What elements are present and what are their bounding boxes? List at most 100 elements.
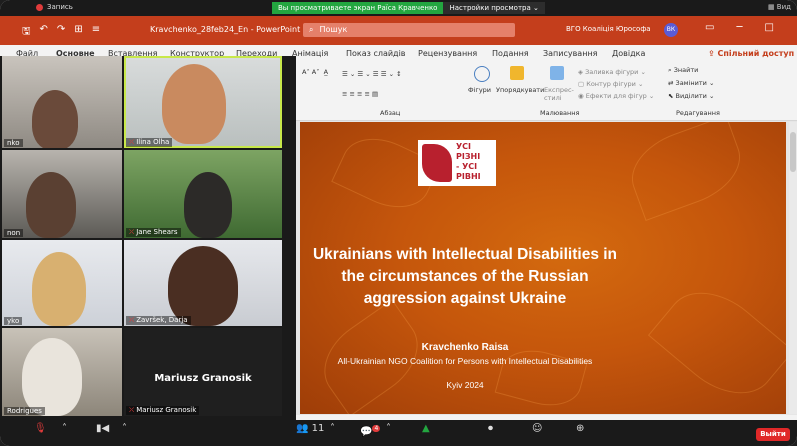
arrange-icon: [510, 66, 524, 80]
zoom-top-bar: Запись Вы просматриваете экран Раїса Кра…: [0, 0, 797, 16]
shape-outline-button[interactable]: ▢ Контур фігури ⌄: [578, 80, 643, 88]
find-icon: ⌕: [668, 66, 672, 74]
shapes-icon: [474, 66, 490, 82]
customize-icon[interactable]: ≡: [92, 24, 100, 41]
participant-name: ⛌ Jane Shears: [126, 228, 181, 237]
powerpoint-title-bar: 🖫 ↶ ↷ ⊞ ≡ Kravchenko_28feb24_En - PowerP…: [0, 16, 797, 45]
group-editing: Редагування: [676, 109, 720, 117]
slideshow-icon[interactable]: ⊞: [74, 24, 82, 41]
save-icon[interactable]: 🖫: [22, 24, 31, 41]
meeting-toolbar: 🎙 ˄ ▮◀ ˄ 👥 11 ˄ 💬 4 ˄ ▲ ⏺ ☺ ⊕: [0, 420, 797, 446]
apps-button[interactable]: ⊕: [576, 423, 584, 435]
participant-name: non: [4, 229, 24, 237]
quick-styles-button[interactable]: [550, 66, 564, 82]
share-notice: Вы просматриваете экран Раїса Кравченко: [272, 2, 444, 14]
video-tile[interactable]: nko: [2, 56, 122, 148]
participant-figure: [162, 64, 226, 144]
chat-icon: 💬 4: [360, 425, 381, 438]
participant-figure: [32, 90, 78, 148]
view-options-button[interactable]: Настройки просмотра ⌄: [443, 2, 545, 14]
align-controls[interactable]: ≡ ≡ ≡ ≡ ▤: [342, 90, 378, 98]
quick-styles-icon: [550, 66, 564, 80]
search-input[interactable]: ⌕ Пошук: [303, 23, 515, 37]
chevron-up-icon: ˄: [62, 423, 67, 434]
participant-name: ⛌ Završek, Darja: [126, 316, 191, 325]
search-icon: ⌕: [309, 25, 314, 34]
ribbon-display-icon[interactable]: ▭: [705, 22, 714, 33]
cursor-icon: ⬉: [668, 92, 674, 100]
scrollbar-thumb[interactable]: [790, 132, 796, 172]
share-screen-icon: ▲: [422, 423, 430, 434]
group-paragraph: Абзац: [380, 109, 401, 117]
muted-mic-icon: ⛌: [129, 406, 135, 414]
share-button[interactable]: ⇪ Спільний доступ: [708, 49, 794, 58]
tab-slideshow[interactable]: Показ слайдів: [346, 49, 406, 58]
undo-icon[interactable]: ↶: [40, 24, 48, 41]
video-tile[interactable]: Mariusz Granosik ⛌ Mariusz Granosik: [124, 328, 282, 416]
share-screen-button[interactable]: ▲: [422, 423, 430, 435]
video-tile[interactable]: ⛌ Jane Shears: [124, 150, 282, 238]
mic-off-icon: 🎙: [34, 423, 47, 434]
view-button[interactable]: ▦ Вид: [768, 3, 791, 11]
camera-icon: ▮◀: [96, 423, 110, 434]
replace-icon: ⇄: [668, 79, 674, 87]
apps-icon: ⊕: [576, 423, 585, 434]
find-button[interactable]: ⌕ Знайти: [668, 66, 698, 75]
record-icon: [36, 3, 43, 11]
list-controls[interactable]: ☰ ⌄ ☰ ⌄ ☰ ☰ ⌄ ↕: [342, 70, 402, 78]
chat-options-button[interactable]: ˄: [386, 423, 391, 435]
record-button[interactable]: ⏺: [488, 423, 493, 435]
replace-button[interactable]: ⇄ Замінити ⌄: [668, 79, 714, 87]
vertical-scrollbar[interactable]: [789, 122, 797, 414]
font-size-controls[interactable]: A˄ A˅ A̲: [302, 68, 328, 76]
tab-recording[interactable]: Записування: [543, 49, 597, 58]
reactions-button[interactable]: ☺: [532, 423, 542, 435]
quick-styles-label: Експрес-стилі: [544, 86, 574, 102]
participants-options-button[interactable]: ˄: [330, 423, 335, 435]
tab-help[interactable]: Довідка: [612, 49, 645, 58]
minimize-icon[interactable]: ─: [736, 22, 742, 33]
arrange-button[interactable]: [510, 66, 524, 82]
video-button[interactable]: ▮◀: [96, 423, 109, 435]
video-tile[interactable]: yko: [2, 240, 122, 326]
participant-name: ⛌ Mariusz Granosik: [126, 406, 200, 415]
shape-effects-button[interactable]: ◉ Ефекти для фігур ⌄: [578, 92, 654, 100]
ribbon: A˄ A˅ A̲ ☰ ⌄ ☰ ⌄ ☰ ☰ ⌄ ↕ ≡ ≡ ≡ ≡ ▤ Абзац…: [296, 62, 797, 121]
tab-view[interactable]: Подання: [492, 49, 529, 58]
maximize-icon[interactable]: □: [764, 22, 773, 33]
audio-options-button[interactable]: ˄: [62, 423, 67, 435]
logo-mark: [422, 144, 452, 182]
participant-figure: [26, 172, 76, 238]
muted-mic-icon: ⛌: [129, 316, 135, 324]
shape-fill-button[interactable]: ◈ Заливка фігури ⌄: [578, 68, 646, 76]
participant-name: Rodrigues: [4, 407, 45, 415]
shapes-button[interactable]: [474, 66, 490, 84]
avatar[interactable]: ВК: [664, 23, 678, 37]
chat-button[interactable]: 💬 4: [360, 423, 381, 438]
mute-button[interactable]: 🎙: [34, 423, 47, 435]
slide-organization: All-Ukrainian NGO Coalition for Persons …: [337, 356, 593, 366]
video-tile[interactable]: Rodrigues: [2, 328, 122, 416]
muted-mic-icon: ⛌: [129, 228, 135, 236]
video-tile[interactable]: ⛌ Završek, Darja: [124, 240, 282, 326]
leave-button[interactable]: Выйти: [756, 428, 790, 441]
select-button[interactable]: ⬉ Виділити ⌄: [668, 92, 714, 100]
participant-figure: [22, 338, 82, 416]
video-options-button[interactable]: ˄: [122, 423, 127, 435]
reaction-icon: ☺: [532, 423, 543, 434]
participant-figure: [184, 172, 232, 238]
video-tile[interactable]: non: [2, 150, 122, 238]
chevron-up-icon: ˄: [386, 423, 391, 434]
muted-mic-icon: ⛌: [129, 138, 135, 146]
redo-icon[interactable]: ↷: [57, 24, 65, 41]
share-banner: Вы просматриваете экран Раїса Кравченко …: [272, 2, 545, 14]
tab-review[interactable]: Рецензування: [418, 49, 477, 58]
recording-indicator[interactable]: Запись: [36, 3, 73, 11]
participant-figure: [168, 246, 238, 326]
participants-button[interactable]: 👥 11: [296, 423, 324, 435]
video-tile[interactable]: ⛌ Ilina Olha: [124, 56, 282, 148]
participant-name: yko: [4, 317, 23, 325]
video-gallery: nko ⛌ Ilina Olha non ⛌ Jane Shears yko ⛌ Za…: [0, 56, 296, 420]
group-drawing: Малювання: [540, 109, 580, 117]
tab-animation[interactable]: Анімація: [292, 49, 328, 58]
